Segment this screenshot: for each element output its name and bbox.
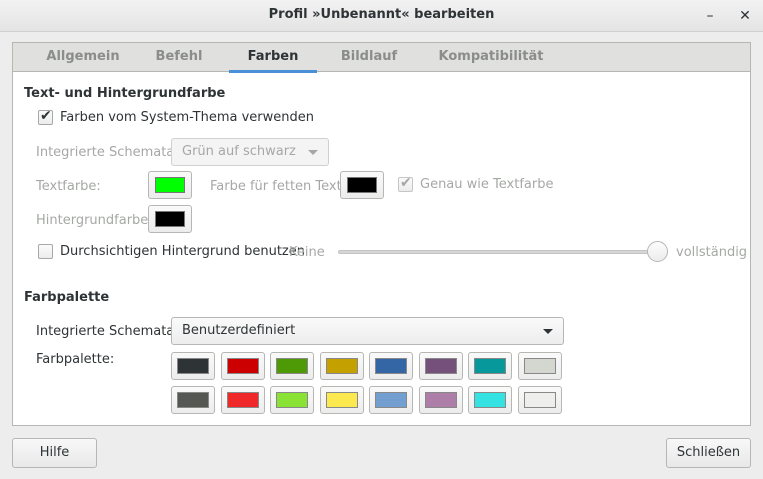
palette-color-swatch xyxy=(276,358,308,374)
tab-bar: Allgemein Befehl Farben Bildlauf Kompati… xyxy=(13,43,750,73)
use-system-theme-checkbox[interactable] xyxy=(38,108,53,125)
palette-color-swatch xyxy=(424,392,457,408)
tab-farben[interactable]: Farben xyxy=(229,43,317,73)
transparent-bg-checkbox[interactable] xyxy=(38,244,53,259)
palette-color-button[interactable] xyxy=(418,352,463,380)
palette-label: Farbpalette: xyxy=(36,352,115,367)
palette-schemes-combo[interactable]: Benutzerdefiniert xyxy=(171,317,564,345)
palette-color-button[interactable] xyxy=(319,386,364,414)
palette-color-button[interactable] xyxy=(418,386,463,414)
builtin-schemes-label: Integrierte Schemata: xyxy=(36,145,179,160)
palette-color-button[interactable] xyxy=(468,352,512,380)
palette-color-button[interactable] xyxy=(171,386,215,414)
tab-allgemein[interactable]: Allgemein xyxy=(31,43,135,72)
palette-color-swatch xyxy=(226,392,259,408)
palette-color-swatch xyxy=(226,358,259,374)
palette-color-button[interactable] xyxy=(517,386,562,414)
palette-color-button[interactable] xyxy=(171,352,215,380)
slider-min-label: Keine xyxy=(289,245,325,260)
palette-color-swatch xyxy=(375,392,407,408)
palette-color-swatch xyxy=(523,392,556,408)
chevron-down-icon xyxy=(308,150,318,155)
text-color-swatch xyxy=(155,177,185,193)
bold-color-swatch xyxy=(347,177,377,193)
bg-color-swatch xyxy=(155,211,185,227)
title-bar: Profil »Unbenannt« bearbeiten – ✕ xyxy=(0,0,763,32)
slider-max-label: vollständig xyxy=(676,245,748,260)
builtin-schemes-value: Grün auf schwarz xyxy=(182,144,296,159)
palette-color-button[interactable] xyxy=(517,352,562,380)
bg-color-button[interactable] xyxy=(148,205,192,233)
palette-color-button[interactable] xyxy=(220,352,265,380)
palette-schemes-value: Benutzerdefiniert xyxy=(182,323,296,338)
palette-color-button[interactable] xyxy=(468,386,512,414)
transparent-bg-label: Durchsichtigen Hintergrund benutzen xyxy=(60,244,305,259)
tab-bildlauf[interactable]: Bildlauf xyxy=(333,43,405,72)
transparency-slider-knob[interactable] xyxy=(647,241,668,262)
palette-color-swatch xyxy=(474,358,506,374)
palette-color-swatch xyxy=(177,392,209,408)
text-color-button[interactable] xyxy=(148,171,192,199)
palette-color-button[interactable] xyxy=(319,352,364,380)
section-title-palette: Farbpalette xyxy=(24,290,110,305)
transparency-slider-track[interactable] xyxy=(338,250,660,254)
palette-color-swatch xyxy=(325,392,358,408)
palette-color-swatch xyxy=(424,358,457,374)
window-title: Profil »Unbenannt« bearbeiten xyxy=(268,7,495,22)
bold-color-label: Farbe für fetten Text: xyxy=(210,179,347,194)
section-title-text-bg: Text- und Hintergrundfarbe xyxy=(24,86,226,101)
bg-color-label: Hintergrundfarbe: xyxy=(36,213,153,228)
palette-color-swatch xyxy=(375,358,407,374)
palette-color-swatch xyxy=(474,392,506,408)
builtin-schemes-combo[interactable]: Grün auf schwarz xyxy=(171,138,329,166)
chevron-down-icon xyxy=(543,329,553,334)
same-as-text-checkbox[interactable] xyxy=(398,175,413,192)
palette-schemes-label: Integrierte Schemata: xyxy=(36,324,179,339)
close-button[interactable]: Schließen xyxy=(666,438,751,468)
tab-befehl[interactable]: Befehl xyxy=(143,43,215,72)
palette-color-button[interactable] xyxy=(369,386,413,414)
palette-color-swatch xyxy=(325,358,358,374)
help-button[interactable]: Hilfe xyxy=(12,438,97,468)
bold-color-button[interactable] xyxy=(340,171,384,199)
use-system-theme-label: Farben vom System-Thema verwenden xyxy=(60,110,314,125)
tab-kompatibilitaet[interactable]: Kompatibilität xyxy=(431,43,551,72)
text-color-label: Textfarbe: xyxy=(36,179,101,194)
palette-color-button[interactable] xyxy=(220,386,265,414)
palette-color-swatch xyxy=(177,358,209,374)
palette-color-button[interactable] xyxy=(270,386,314,414)
minimize-icon[interactable]: – xyxy=(699,5,721,27)
same-as-text-label: Genau wie Textfarbe xyxy=(420,177,554,192)
close-icon[interactable]: ✕ xyxy=(734,5,756,27)
palette-color-swatch xyxy=(276,392,308,408)
palette-color-button[interactable] xyxy=(369,352,413,380)
palette-color-swatch xyxy=(523,358,556,374)
palette-color-button[interactable] xyxy=(270,352,314,380)
